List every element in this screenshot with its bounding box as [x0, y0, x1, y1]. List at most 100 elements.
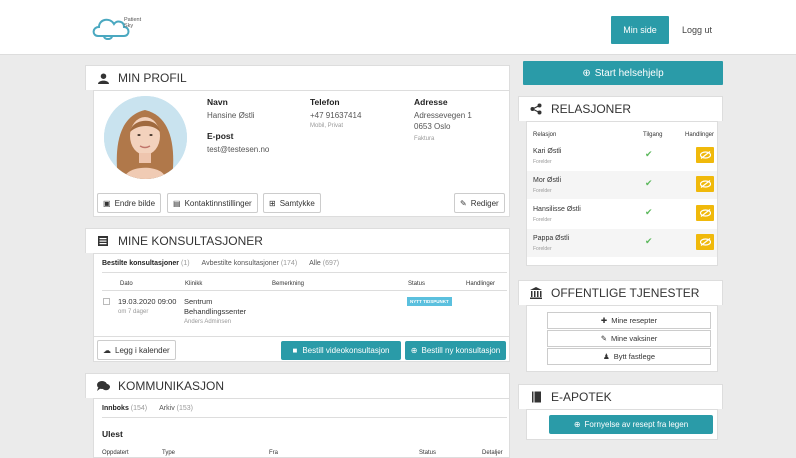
video-icon: ■	[292, 346, 298, 355]
plus-circle-icon: ⊕	[573, 420, 581, 429]
user-icon	[96, 71, 110, 85]
plus-circle-icon: ⊕	[582, 67, 591, 79]
ulest-heading: Ulest	[102, 429, 123, 439]
chat-icon	[96, 379, 110, 393]
navn-value: Hansine Østli	[207, 111, 255, 120]
col-oppdatert: Oppdatert	[102, 450, 129, 456]
row-dato: 19.03.2020 09:00	[118, 297, 177, 306]
col-type: Type	[162, 450, 176, 456]
book-icon	[529, 390, 543, 404]
logo-text: Patient Sky	[124, 17, 141, 29]
relasjon-name: Hansilisse Østli	[533, 206, 581, 213]
check-icon: ✔	[645, 236, 653, 246]
eye-slash-icon[interactable]	[696, 176, 714, 192]
col-bemerkning: Bemerkning	[272, 281, 305, 287]
medkit-icon: ✚	[600, 316, 608, 325]
telefon-sub: Mobil, Privat	[310, 123, 344, 129]
relasjon-name: Mor Østli	[533, 177, 561, 184]
bestill-video-button[interactable]: ■ Bestill videokonsultasjon	[281, 341, 401, 360]
top-bar: Patient Sky Min side Logg ut	[0, 0, 796, 55]
col-relasjon: Relasjon	[533, 132, 557, 138]
col-handlinger: Handlinger	[466, 281, 496, 287]
bytt-fastlege-button[interactable]: ♟ Bytt fastlege	[547, 348, 711, 365]
relasjoner-body: Relasjon Tilgang Handlinger Kari Østli F…	[526, 121, 718, 266]
relasjon-role: Forelder	[533, 188, 552, 194]
row-divider	[94, 336, 509, 337]
bestill-ny-button[interactable]: ⊕ Bestill ny konsultasjon	[405, 341, 506, 360]
relasjon-row: Hansilisse Østli Forelder ✔	[527, 200, 717, 228]
profile-title: MIN PROFIL	[118, 71, 187, 85]
start-helsehjelp-label: Start helsehjelp	[594, 67, 664, 79]
avatar	[104, 96, 187, 179]
tab-bestilte[interactable]: Bestilte konsultasjoner (1)	[102, 260, 190, 267]
mine-vaksiner-button[interactable]: ✎ Mine vaksiner	[547, 330, 711, 347]
plus-circle-icon: ⊕	[410, 346, 418, 355]
tabs-divider	[102, 272, 507, 273]
tab-alle[interactable]: Alle (697)	[309, 260, 339, 267]
kalender-label: Legg i kalender	[115, 345, 170, 355]
adresse-line1: Adressevegen 1	[414, 111, 472, 120]
min-side-button[interactable]: Min side	[611, 16, 669, 44]
kontakt-label: Kontaktinnstillinger	[184, 198, 252, 208]
image-icon: ▣	[103, 198, 111, 208]
relasjon-role: Forelder	[533, 246, 552, 252]
kommunikasjon-title: KOMMUNIKASJON	[118, 379, 225, 393]
row-checkbox[interactable]	[103, 298, 110, 305]
eye-slash-icon[interactable]	[696, 205, 714, 221]
check-icon: ✔	[645, 178, 653, 188]
bytt-fastlege-label: Bytt fastlege	[613, 352, 655, 361]
kommunikasjon-panel: KOMMUNIKASJON Innboks (154) Arkiv (153) …	[85, 373, 510, 458]
kommunikasjon-header: KOMMUNIKASJON	[85, 373, 510, 398]
row-dato-sub: om 7 dager	[118, 309, 149, 315]
row-klinikk2: Behandlingssenter	[184, 307, 247, 316]
col-tilgang: Tilgang	[643, 132, 663, 138]
eapotek-body: ⊕ Fornyelse av resept fra legen	[526, 409, 718, 440]
legg-i-kalender-button[interactable]: ☁ Legg i kalender	[97, 340, 176, 360]
telefon-label: Telefon	[310, 97, 340, 107]
fornyelse-label: Fornyelse av resept fra legen	[584, 420, 689, 429]
col-dato: Dato	[120, 281, 133, 287]
tab-innboks[interactable]: Innboks (154)	[102, 405, 147, 412]
logo-line2: Sky	[124, 23, 134, 29]
cloud-download-icon: ☁	[103, 345, 111, 355]
samtykke-button[interactable]: ⊞ Samtykke	[263, 193, 321, 213]
tab-arkiv[interactable]: Arkiv (153)	[159, 405, 193, 412]
profile-panel: MIN PROFIL Navn Hansine Østli E-post tes…	[85, 65, 510, 217]
row-klinikk1: Sentrum	[184, 297, 213, 306]
eye-slash-icon[interactable]	[696, 147, 714, 163]
video-label: Bestill videokonsultasjon	[302, 346, 390, 355]
tab-avbestilte[interactable]: Avbestilte konsultasjoner (174)	[202, 260, 298, 267]
relasjon-row: Kari Østli Forelder ✔	[527, 142, 717, 170]
logg-ut-link[interactable]: Logg ut	[676, 16, 718, 44]
start-helsehjelp-button[interactable]: ⊕ Start helsehjelp	[523, 61, 723, 85]
col-status: Status	[408, 281, 426, 287]
col-detaljer: Detaljer	[482, 450, 503, 456]
col-rel-handlinger: Handlinger	[685, 132, 715, 138]
kontaktinnstillinger-button[interactable]: ▤ Kontaktinnstillinger	[167, 193, 258, 213]
col-klinikk: Klinikk	[185, 281, 203, 287]
relasjon-role: Forelder	[533, 217, 552, 223]
institution-icon	[529, 286, 543, 300]
profile-body: Navn Hansine Østli E-post test@testesen.…	[93, 90, 510, 217]
relasjon-name: Kari Østli	[533, 148, 562, 155]
konsultasjoner-title: MINE KONSULTASJONER	[118, 234, 263, 248]
relasjon-name: Pappa Østli	[533, 235, 570, 242]
epost-value: test@testesen.no	[207, 145, 270, 154]
col-komm-status: Status	[419, 450, 437, 456]
fornyelse-resept-button[interactable]: ⊕ Fornyelse av resept fra legen	[549, 415, 713, 434]
relasjon-row: Pappa Østli Forelder ✔	[527, 229, 717, 257]
mine-resepter-button[interactable]: ✚ Mine resepter	[547, 312, 711, 329]
profile-header: MIN PROFIL	[85, 65, 510, 90]
endre-bilde-label: Endre bilde	[114, 198, 156, 208]
offentlige-header: OFFENTLIGE TJENESTER	[518, 280, 723, 305]
eye-slash-icon[interactable]	[696, 234, 714, 250]
rediger-button[interactable]: ✎ Rediger	[454, 193, 505, 213]
header-divider	[102, 290, 507, 291]
relasjoner-title: RELASJONER	[551, 102, 632, 116]
offentlige-title: OFFENTLIGE TJENESTER	[551, 286, 700, 300]
rediger-label: Rediger	[470, 198, 499, 208]
komm-tabs-divider	[102, 417, 507, 418]
endre-bilde-button[interactable]: ▣ Endre bilde	[97, 193, 162, 213]
consent-icon: ⊞	[269, 198, 276, 208]
ny-label: Bestill ny konsultasjon	[421, 346, 501, 355]
